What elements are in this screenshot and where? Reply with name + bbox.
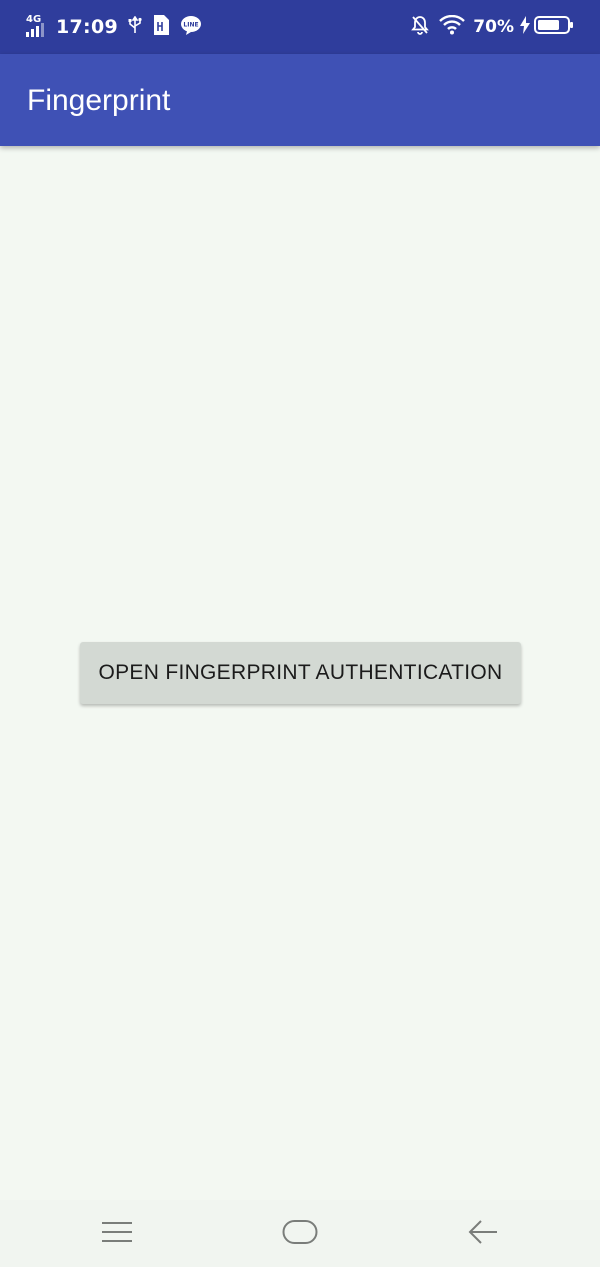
status-bar-right: 70% [401, 0, 574, 54]
menu-button[interactable] [97, 1214, 137, 1254]
status-bar-left: 4G 17:09 LINE [26, 0, 202, 54]
line-app-icon: LINE [180, 15, 202, 39]
navigation-bar [0, 1200, 600, 1267]
battery-icon [534, 15, 574, 39]
status-bar: 4G 17:09 LINE 70% [0, 0, 600, 54]
back-icon [468, 1220, 498, 1248]
app-title: Fingerprint [27, 84, 171, 117]
open-fingerprint-authentication-button[interactable]: OPEN FINGERPRINT AUTHENTICATION [80, 642, 521, 704]
svg-text:LINE: LINE [183, 22, 198, 29]
wifi-icon [439, 14, 466, 39]
charging-icon [520, 16, 530, 38]
usb-icon [128, 15, 142, 38]
back-button[interactable] [463, 1214, 503, 1254]
menu-icon [101, 1221, 133, 1247]
app-bar: Fingerprint [0, 54, 600, 146]
home-button[interactable] [280, 1214, 320, 1254]
cellular-signal-icon: 4G [26, 15, 46, 39]
battery-percentage: 70% [473, 17, 514, 37]
notifications-off-icon [411, 15, 430, 39]
home-icon [282, 1219, 318, 1249]
main-content: OPEN FINGERPRINT AUTHENTICATION [0, 146, 600, 1200]
storage-icon [152, 14, 170, 40]
clock: 17:09 [56, 16, 118, 38]
